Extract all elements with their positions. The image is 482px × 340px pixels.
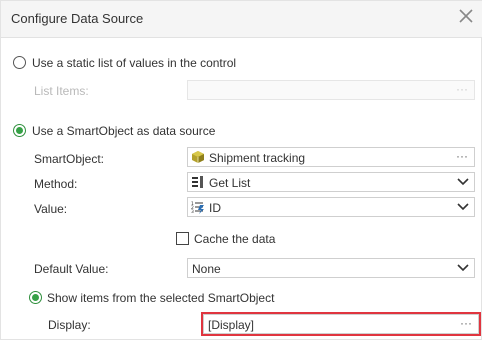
close-icon[interactable] xyxy=(458,8,474,24)
configure-data-source-dialog: Configure Data Source Use a static list … xyxy=(0,0,482,340)
value-value: ID xyxy=(209,201,221,215)
smartobject-source-radio[interactable] xyxy=(13,124,26,137)
dialog-header: Configure Data Source xyxy=(1,1,482,38)
smartobject-label: SmartObject: xyxy=(34,152,105,166)
smartobject-field[interactable]: Shipment tracking ··· xyxy=(187,147,475,167)
static-list-radio[interactable] xyxy=(13,56,26,69)
chevron-down-icon[interactable] xyxy=(457,203,469,211)
smartobject-cube-icon xyxy=(192,151,204,163)
list-items-field[interactable]: ··· xyxy=(187,80,475,100)
ellipsis-icon[interactable]: ··· xyxy=(456,149,468,163)
display-label: Display: xyxy=(48,318,91,332)
default-value-dropdown[interactable]: None xyxy=(187,258,475,278)
default-value-value: None xyxy=(192,262,221,276)
smartobject-value: Shipment tracking xyxy=(209,151,306,165)
value-dropdown[interactable]: 1 2 3 ID xyxy=(187,197,475,217)
dialog-title: Configure Data Source xyxy=(11,11,144,26)
smartobject-source-label: Use a SmartObject as data source xyxy=(32,124,216,138)
static-list-label: Use a static list of values in the contr… xyxy=(32,56,237,70)
show-items-label: Show items from the selected SmartObject xyxy=(47,291,275,305)
show-items-radio[interactable] xyxy=(29,291,42,304)
list-items-label: List Items: xyxy=(34,84,89,98)
method-label: Method: xyxy=(34,177,78,191)
numbered-field-icon: 1 2 3 xyxy=(191,201,204,214)
list-method-icon xyxy=(192,176,203,188)
value-label: Value: xyxy=(34,202,68,216)
display-field-highlight xyxy=(201,312,481,336)
svg-text:3: 3 xyxy=(191,209,194,214)
method-value: Get List xyxy=(209,176,251,190)
ellipsis-icon[interactable]: ··· xyxy=(456,82,468,96)
cache-data-checkbox[interactable] xyxy=(176,232,189,245)
cache-data-label: Cache the data xyxy=(194,232,276,246)
default-value-label: Default Value: xyxy=(34,262,109,276)
chevron-down-icon[interactable] xyxy=(457,178,469,186)
method-dropdown[interactable]: Get List xyxy=(187,172,475,192)
chevron-down-icon[interactable] xyxy=(457,264,469,272)
